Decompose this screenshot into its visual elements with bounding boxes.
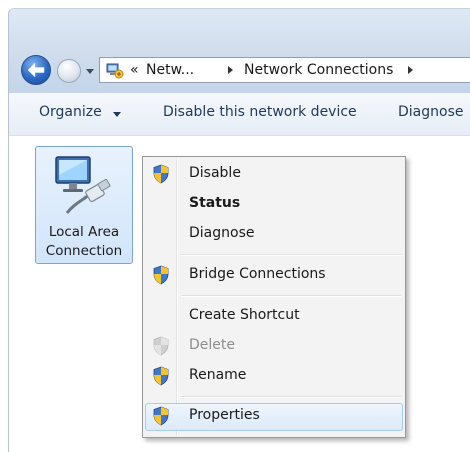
uac-shield-icon — [152, 406, 170, 430]
menu-separator — [181, 254, 401, 256]
menu-separator — [181, 295, 401, 297]
explorer-window: « Netw... Network Connections Organize D… — [8, 8, 470, 452]
menu-item-diagnose[interactable]: Diagnose — [145, 221, 403, 247]
address-overflow-chevron[interactable]: « — [130, 62, 139, 78]
menu-item-label: Create Shortcut — [189, 307, 300, 323]
diagnose-button[interactable]: Diagnose — [398, 104, 463, 120]
menu-item-label: Rename — [189, 367, 247, 383]
network-folder-icon — [106, 62, 124, 84]
menu-item-label: Delete — [189, 337, 235, 353]
command-bar: Organize Disable this network device Dia… — [9, 93, 470, 136]
breadcrumb-network[interactable]: Netw... — [146, 62, 194, 78]
uac-shield-icon — [152, 265, 170, 289]
organize-button[interactable]: Organize — [39, 104, 102, 120]
disable-device-button[interactable]: Disable this network device — [163, 104, 357, 120]
menu-item-bridge-connections[interactable]: Bridge Connections — [145, 262, 403, 288]
item-label-line-2: Connection — [45, 243, 123, 259]
organize-dropdown-icon[interactable] — [113, 112, 121, 117]
menu-item-label: Disable — [189, 165, 241, 181]
menu-separator — [181, 396, 401, 398]
menu-item-delete: Delete — [145, 333, 403, 359]
menu-item-label: Diagnose — [189, 225, 255, 241]
uac-shield-icon — [152, 336, 170, 360]
context-menu: Disable Status Diagnose Bridge Connectio… — [142, 156, 406, 438]
recent-pages-dropdown-icon[interactable] — [86, 69, 94, 74]
menu-item-create-shortcut[interactable]: Create Shortcut — [145, 303, 403, 329]
menu-item-status[interactable]: Status — [145, 191, 403, 217]
back-button[interactable] — [21, 55, 51, 85]
network-adapter-icon — [53, 153, 115, 223]
address-bar[interactable]: « Netw... Network Connections — [99, 57, 470, 83]
item-label: Local Area Connection — [36, 223, 132, 261]
menu-item-label: Bridge Connections — [189, 266, 326, 282]
menu-item-disable[interactable]: Disable — [145, 161, 403, 187]
uac-shield-icon — [152, 164, 170, 188]
breadcrumb-separator-icon[interactable] — [408, 66, 413, 74]
local-area-connection-item[interactable]: Local Area Connection — [35, 146, 133, 264]
breadcrumb-network-connections[interactable]: Network Connections — [244, 62, 393, 78]
back-arrow-icon — [27, 62, 45, 78]
menu-item-label: Properties — [189, 407, 260, 423]
menu-item-properties[interactable]: Properties — [145, 403, 403, 431]
forward-button[interactable] — [57, 59, 81, 83]
menu-item-rename[interactable]: Rename — [145, 363, 403, 389]
navigation-bar: « Netw... Network Connections — [9, 9, 470, 93]
menu-item-label: Status — [189, 195, 241, 211]
uac-shield-icon — [152, 366, 170, 390]
breadcrumb-separator-icon[interactable] — [228, 66, 233, 74]
item-label-line-1: Local Area — [48, 224, 120, 240]
